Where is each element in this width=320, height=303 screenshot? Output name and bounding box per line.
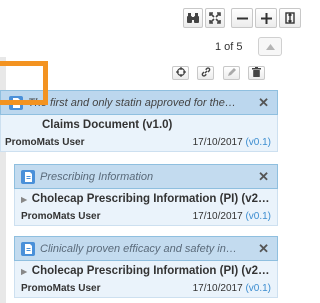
date: 17/10/2017 <box>192 283 243 294</box>
date: 17/10/2017 <box>192 211 243 222</box>
card-body: ▸ Cholecap Prescribing Information (PI) … <box>14 261 278 298</box>
card-header[interactable]: The first and only statin approved for t… <box>0 90 278 115</box>
arrow-up-icon <box>265 41 275 53</box>
card-body: ▸ Cholecap Prescribing Information (PI) … <box>14 189 278 226</box>
link-button[interactable] <box>197 66 214 80</box>
document-badge-icon <box>21 241 35 256</box>
expand-icon[interactable]: ▸ <box>21 192 27 206</box>
fit-height-button[interactable] <box>279 8 301 28</box>
zoom-in-icon <box>260 12 272 24</box>
version-link[interactable]: (v0.1) <box>245 283 271 294</box>
zoom-out-icon <box>236 13 248 24</box>
annotation-card[interactable]: The first and only statin approved for t… <box>0 90 278 152</box>
delete-button[interactable] <box>248 66 265 80</box>
card-body: Claims Document (v1.0) PromoMats User 17… <box>0 115 278 152</box>
card-header[interactable]: Clinically proven efficacy and safety in… <box>14 236 278 261</box>
document-row[interactable]: Claims Document (v1.0) <box>9 115 271 134</box>
fit-screen-icon <box>209 12 221 24</box>
meta-row: PromoMats User 17/10/2017 (v0.1) <box>21 280 271 297</box>
close-icon[interactable]: ✕ <box>258 169 269 185</box>
edit-button[interactable] <box>223 66 240 80</box>
page-counter: 1 of 5 <box>215 41 243 53</box>
binoculars-icon <box>186 12 200 24</box>
timestamp: 17/10/2017 (v0.1) <box>193 211 271 222</box>
locate-button[interactable] <box>172 66 189 80</box>
fit-height-icon <box>285 12 295 24</box>
target-icon <box>175 66 186 80</box>
zoom-in-button[interactable] <box>255 8 277 28</box>
user-name: PromoMats User <box>21 211 101 222</box>
timestamp: 17/10/2017 (v0.1) <box>193 137 271 148</box>
zoom-out-button[interactable] <box>231 8 253 28</box>
edit-icon <box>227 67 237 80</box>
expand-icon[interactable]: ▸ <box>21 264 27 278</box>
card-title: The first and only statin approved for t… <box>28 96 236 109</box>
annotation-card[interactable]: Clinically proven efficacy and safety in… <box>14 236 278 298</box>
trash-icon <box>252 66 261 80</box>
fit-screen-button[interactable] <box>205 8 225 28</box>
document-row[interactable]: ▸ Cholecap Prescribing Information (PI) … <box>21 189 271 208</box>
close-icon[interactable]: ✕ <box>258 95 269 111</box>
date: 17/10/2017 <box>192 137 243 148</box>
card-title: Prescribing Information <box>40 170 154 183</box>
version-link[interactable]: (v0.1) <box>245 137 271 148</box>
document-row[interactable]: ▸ Cholecap Prescribing Information (PI) … <box>21 261 271 280</box>
previous-button[interactable] <box>258 37 282 56</box>
user-name: PromoMats User <box>21 283 101 294</box>
card-header[interactable]: Prescribing Information ✕ <box>14 164 278 189</box>
close-icon[interactable]: ✕ <box>258 241 269 257</box>
binoculars-button[interactable] <box>183 8 203 28</box>
document-badge-icon <box>21 169 35 184</box>
card-title: Clinically proven efficacy and safety in… <box>40 242 237 255</box>
document-name: Cholecap Prescribing Information (PI) (v… <box>31 192 270 205</box>
document-badge-icon <box>9 95 23 110</box>
annotation-card[interactable]: Prescribing Information ✕ ▸ Cholecap Pre… <box>14 164 278 226</box>
user-name: PromoMats User <box>5 137 85 148</box>
meta-row: PromoMats User 17/10/2017 (v0.1) <box>5 134 271 151</box>
version-link[interactable]: (v0.1) <box>245 211 271 222</box>
timestamp: 17/10/2017 (v0.1) <box>193 283 271 294</box>
document-name: Claims Document (v1.0) <box>42 118 173 131</box>
meta-row: PromoMats User 17/10/2017 (v0.1) <box>21 208 271 225</box>
link-icon <box>201 66 211 80</box>
document-name: Cholecap Prescribing Information (PI) (v… <box>31 264 270 277</box>
